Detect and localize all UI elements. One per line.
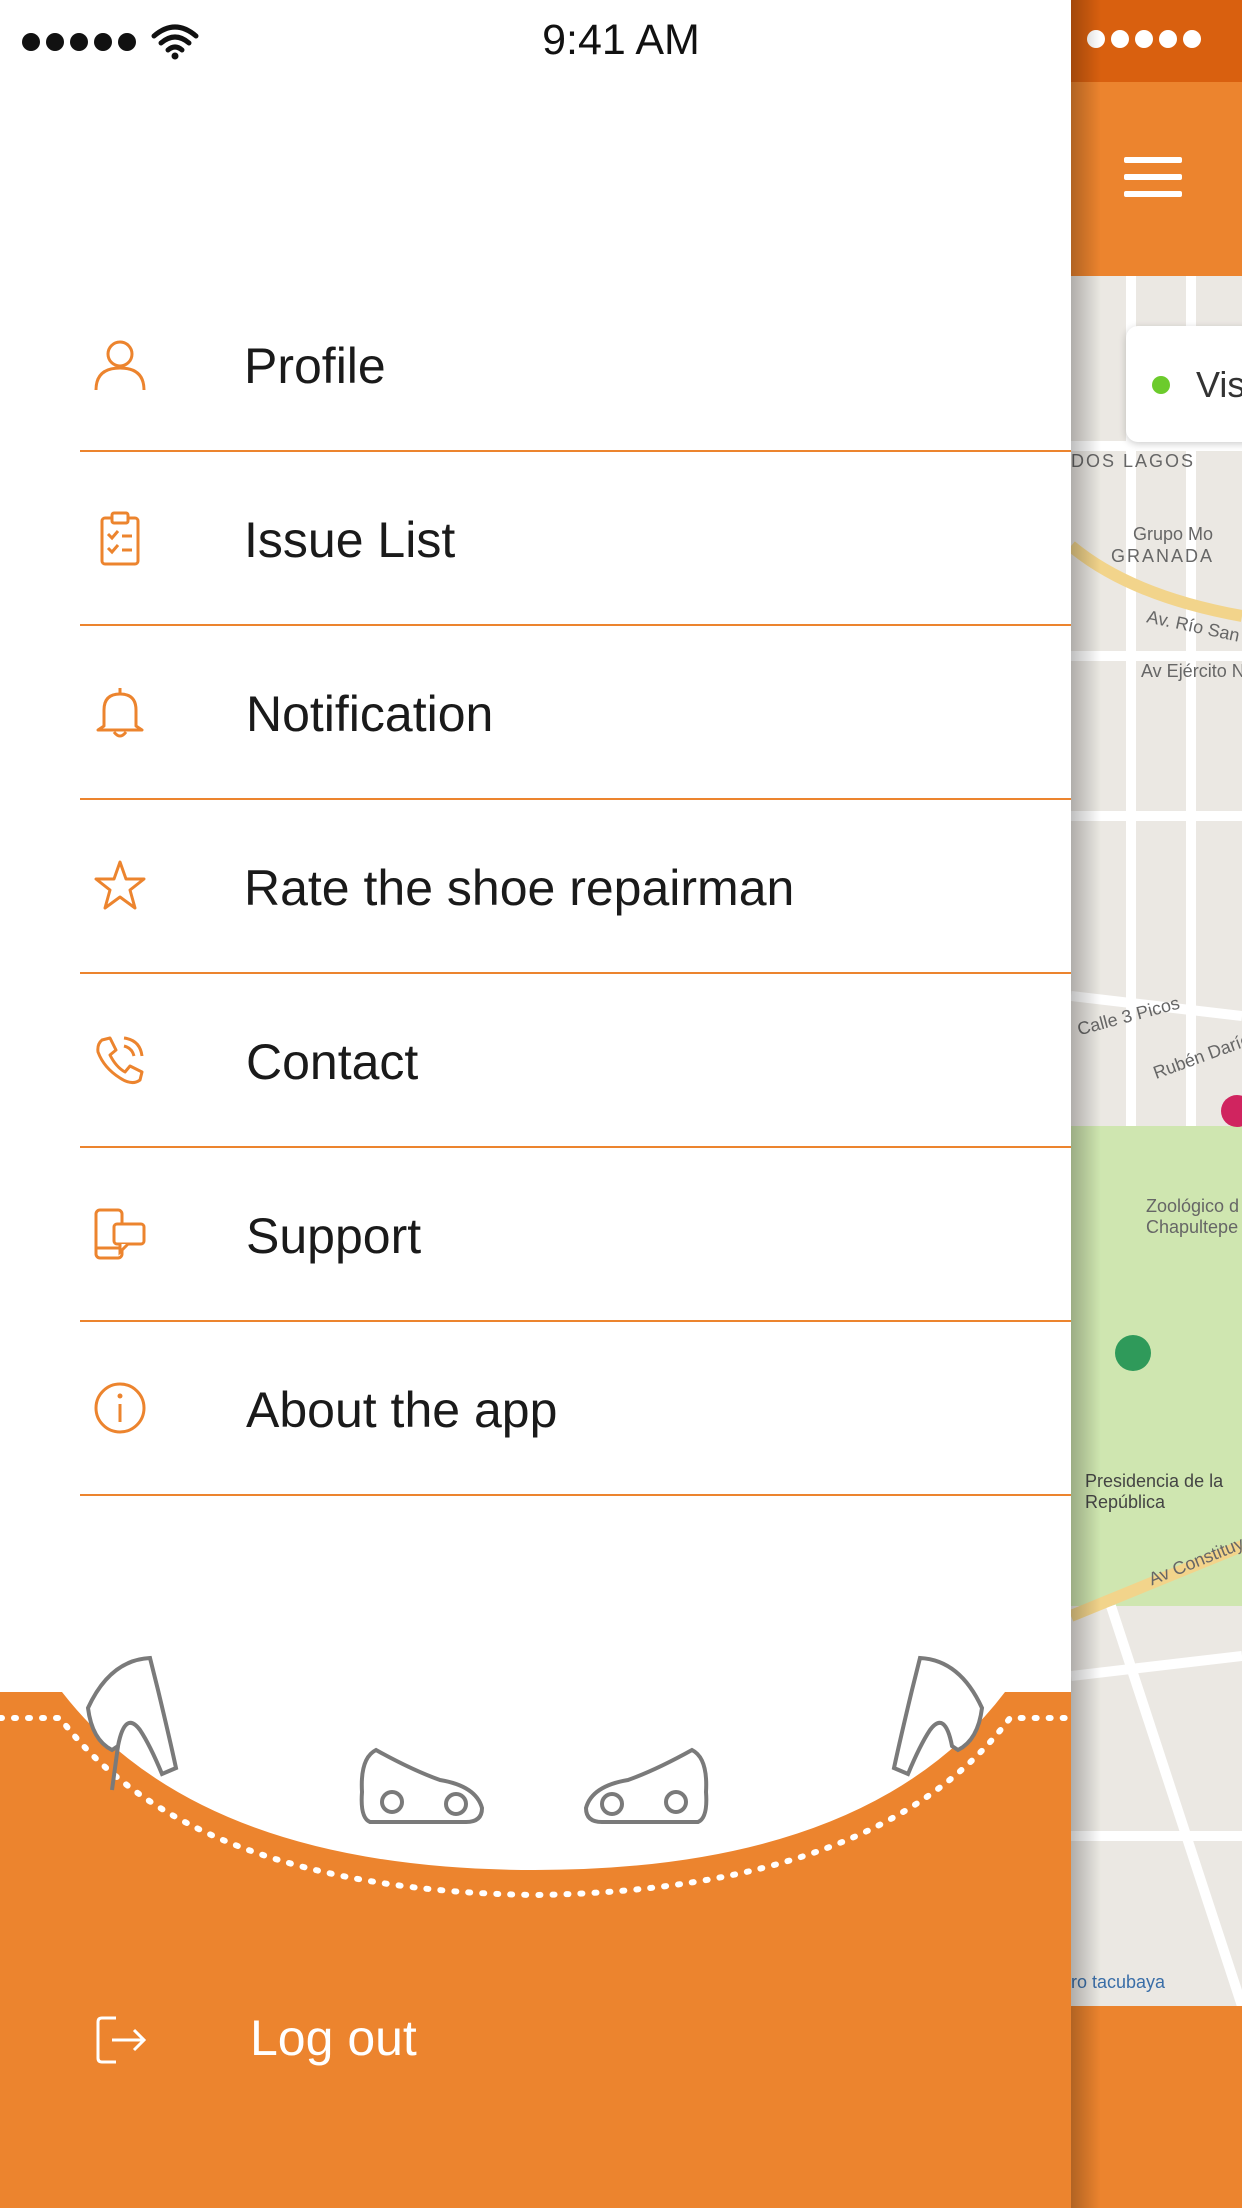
hamburger-menu-icon[interactable]: [1124, 157, 1182, 197]
star-icon: [92, 858, 148, 914]
menu-item-notification[interactable]: Notification: [80, 626, 1071, 800]
sneaker-right-icon: [583, 1747, 709, 1824]
sneaker-left-icon: [359, 1747, 485, 1824]
person-icon: [92, 336, 148, 392]
status-chip[interactable]: Vis: [1126, 326, 1242, 442]
drawer-shadow: [1071, 0, 1101, 2208]
bell-icon: [92, 684, 148, 740]
menu-item-label: Issue List: [244, 512, 456, 568]
status-chip-text: Vis: [1196, 364, 1242, 405]
map-label: GRANADA: [1111, 546, 1215, 566]
status-time: 9:41 AM: [542, 16, 700, 64]
navigation-drawer: Profile Issue List Notification Rate the…: [0, 0, 1071, 2208]
map-label: Grupo Mo: [1133, 524, 1214, 544]
divider: [80, 1494, 1071, 1496]
menu-item-support[interactable]: Support: [80, 1148, 1071, 1322]
menu-item-label: Notification: [246, 686, 494, 742]
logout-icon: [94, 2012, 150, 2068]
menu-item-profile[interactable]: Profile: [80, 278, 1071, 452]
menu-item-label: Profile: [244, 338, 386, 394]
menu-item-label: Rate the shoe repairman: [244, 860, 795, 916]
online-dot-icon: [1152, 376, 1170, 394]
clipboard-checklist-icon: [92, 510, 148, 566]
map-label: Av Ejército N: [1141, 661, 1242, 681]
menu-item-issue-list[interactable]: Issue List: [80, 452, 1071, 626]
footer-decoration: [0, 1655, 1071, 2208]
logout-button[interactable]: Log out: [0, 1990, 1071, 2090]
map-label: Presidencia de la República: [1085, 1471, 1224, 1512]
menu-item-contact[interactable]: Contact: [80, 974, 1071, 1148]
logout-label: Log out: [250, 2010, 417, 2066]
menu-item-label: Contact: [246, 1034, 419, 1090]
background-app-screen[interactable]: Vis DOS LAGOS Grupo Mo GRANADA Av. Río S…: [1071, 0, 1242, 2208]
menu-item-rate-repairman[interactable]: Rate the shoe repairman: [80, 800, 1071, 974]
menu-item-label: About the app: [246, 1382, 558, 1438]
devices-chat-icon: [92, 1206, 148, 1262]
menu-item-label: Support: [246, 1208, 422, 1264]
map-label: Zoológico d Chapultepe: [1146, 1196, 1240, 1237]
phone-icon: [92, 1032, 148, 1088]
menu-item-about-app[interactable]: About the app: [80, 1322, 1071, 1496]
info-icon: [92, 1380, 148, 1436]
